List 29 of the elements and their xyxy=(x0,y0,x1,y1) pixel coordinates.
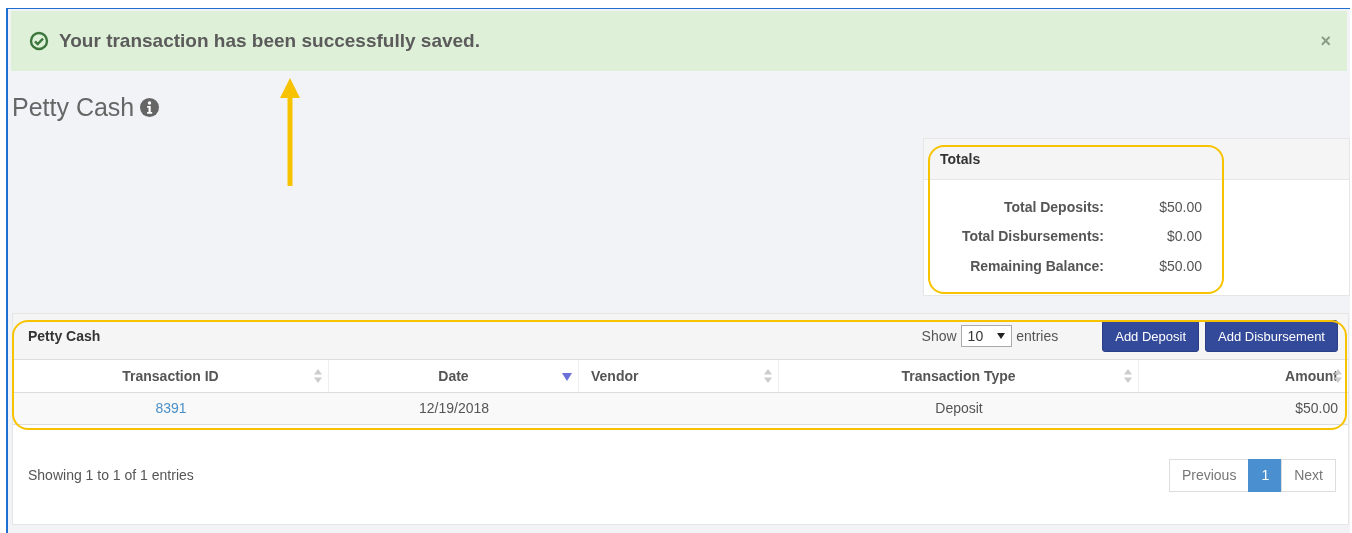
page-size-select[interactable]: 10 xyxy=(960,325,1013,347)
total-value: $50.00 xyxy=(1158,198,1202,215)
table-cell: $50.00 xyxy=(1295,400,1338,416)
page-button[interactable]: Previous xyxy=(1168,458,1250,492)
page-button[interactable]: Next xyxy=(1281,458,1336,492)
column-header[interactable]: Vendor xyxy=(579,359,779,392)
info-icon xyxy=(140,98,160,117)
table-cell: Deposit xyxy=(935,400,983,416)
alert-message: Your transaction has been successfully saved. xyxy=(59,30,481,52)
column-header[interactable]: Transaction Type xyxy=(779,359,1139,392)
total-value: $0.00 xyxy=(1165,228,1202,245)
column-header[interactable]: Amount xyxy=(1139,359,1348,392)
total-label: Total Disbursements: xyxy=(960,228,1104,245)
panel-title: Petty Cash xyxy=(28,328,101,344)
column-header[interactable]: Transaction ID xyxy=(13,359,329,392)
column-header[interactable]: Date xyxy=(329,359,579,392)
action-button[interactable]: Add Deposit xyxy=(1102,320,1200,352)
total-label: Remaining Balance: xyxy=(969,257,1104,274)
table-info: Showing 1 to 1 of 1 entries xyxy=(28,467,194,483)
check-circle-icon xyxy=(29,31,49,51)
page-title: Petty Cash xyxy=(12,93,135,122)
entries-label: entries xyxy=(1016,328,1059,344)
table-cell: 12/19/2018 xyxy=(418,400,490,416)
total-label: Total Deposits: xyxy=(1002,198,1104,215)
total-value: $50.00 xyxy=(1158,257,1202,274)
panel-title: Totals xyxy=(940,151,981,167)
caret-icon xyxy=(997,333,1006,339)
show-label: Show xyxy=(921,328,957,344)
action-button[interactable]: Add Disbursement xyxy=(1205,320,1338,352)
